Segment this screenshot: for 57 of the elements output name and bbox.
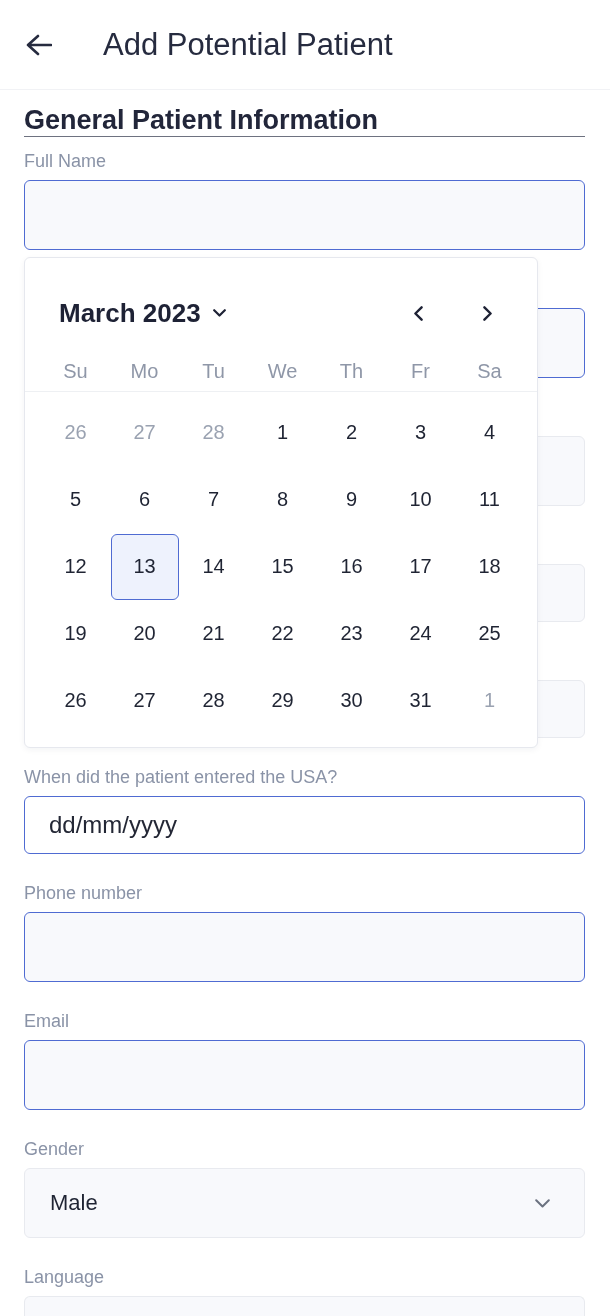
day-button[interactable]: 13	[110, 533, 179, 600]
day-button[interactable]: 10	[386, 466, 455, 533]
day-button[interactable]: 14	[179, 533, 248, 600]
day-button[interactable]: 5	[41, 466, 110, 533]
weekday-label: Su	[63, 359, 88, 383]
weekday-label: Tu	[202, 359, 225, 383]
dropdown-field[interactable]: Male	[24, 1168, 585, 1238]
day-button[interactable]: 3	[386, 399, 455, 466]
field-label: Email	[24, 1011, 70, 1031]
day-button[interactable]: 27	[110, 667, 179, 734]
day-button[interactable]: 23	[317, 600, 386, 667]
chevron-right-icon	[483, 305, 492, 321]
day-button[interactable]: 19	[41, 600, 110, 667]
day-button[interactable]: 22	[248, 600, 317, 667]
day-button[interactable]: 30	[317, 667, 386, 734]
field-label: Phone number	[24, 883, 144, 903]
chevron-down-icon	[212, 309, 226, 317]
day-button[interactable]: 7	[179, 466, 248, 533]
day-button[interactable]: 9	[317, 466, 386, 533]
day-button[interactable]: 4	[455, 399, 524, 466]
day-button[interactable]: 6	[110, 466, 179, 533]
day-button[interactable]: 11	[455, 466, 524, 533]
day-button[interactable]: 8	[248, 466, 317, 533]
input-field[interactable]	[24, 180, 585, 250]
day-button[interactable]: 24	[386, 600, 455, 667]
day-button[interactable]: 25	[455, 600, 524, 667]
day-button[interactable]: 17	[386, 533, 455, 600]
day-button[interactable]: 1	[248, 399, 317, 466]
month-year-button[interactable]: March 2023	[59, 297, 226, 329]
day-button[interactable]: 26	[41, 667, 110, 734]
day-button[interactable]: 2	[317, 399, 386, 466]
arrow-left-icon	[26, 33, 52, 56]
date-field[interactable]: dd/mm/yyyy	[24, 796, 585, 854]
day-button[interactable]: 28	[179, 667, 248, 734]
day-button[interactable]: 21	[179, 600, 248, 667]
day-button[interactable]: 15	[248, 533, 317, 600]
page-title: Add Potential Patient	[103, 26, 393, 63]
day-button[interactable]: 18	[455, 533, 524, 600]
weekday-label: Mo	[130, 359, 159, 383]
field-label: Gender	[24, 1139, 86, 1159]
day-button[interactable]: 16	[317, 533, 386, 600]
field-label: Language	[24, 1267, 106, 1287]
day-button[interactable]: 31	[386, 667, 455, 734]
weekday-label: Th	[339, 359, 364, 383]
weekday-label: Fr	[411, 359, 430, 383]
section-heading: General Patient Information	[24, 105, 585, 137]
field-label: Full Name	[24, 151, 108, 171]
input-field[interactable]	[24, 1040, 585, 1110]
field-label: When did the patient entered the USA?	[24, 767, 339, 787]
input-field[interactable]	[24, 912, 585, 982]
day-button[interactable]: 20	[110, 600, 179, 667]
weekday-label: Sa	[477, 359, 502, 383]
day-button[interactable]: 29	[248, 667, 317, 734]
day-button[interactable]: 12	[41, 533, 110, 600]
weekday-label: We	[267, 359, 298, 383]
chevron-down-icon	[535, 1198, 550, 1208]
chevron-left-icon	[414, 305, 423, 321]
